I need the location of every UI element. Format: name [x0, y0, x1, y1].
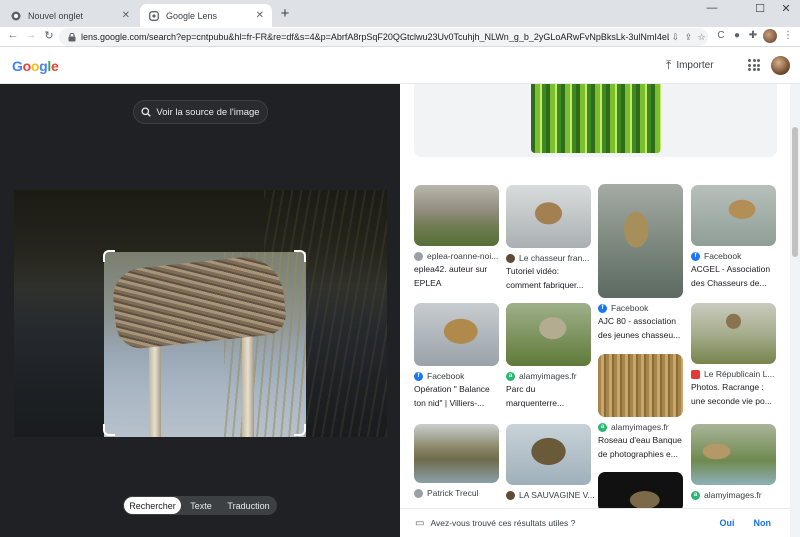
alamy-icon: a: [598, 422, 607, 432]
uploaded-photo: [14, 190, 387, 437]
republicain-icon: [691, 369, 700, 379]
back-arrow-icon[interactable]: ←: [6, 29, 20, 41]
result-thumbnail: [506, 185, 591, 248]
result-card[interactable]: [598, 472, 683, 512]
duck-icon: [506, 490, 515, 500]
result-thumbnail: [691, 185, 776, 246]
duck-icon: [506, 253, 515, 263]
share-icon[interactable]: ⇪: [682, 32, 695, 43]
result-thumbnail: [506, 303, 591, 366]
result-card[interactable]: a alamyimages.fr Parc du marquenterre...: [506, 303, 591, 409]
view-image-source-label: Voir la source de l'image: [156, 106, 260, 118]
result-thumbnail: [414, 185, 499, 246]
result-card[interactable]: eplea-roanne-noi... eplea42. auteur sur …: [414, 185, 499, 289]
result-card[interactable]: f Facebook ACGEL - Association des Chasse…: [691, 185, 776, 289]
mode-text[interactable]: Texte: [181, 497, 221, 514]
result-thumbnail: [691, 303, 776, 364]
feedback-no-button[interactable]: Non: [754, 518, 772, 528]
feedback-question: Avez-vous trouvé ces résultats utiles ?: [430, 518, 576, 528]
alamy-icon: a: [506, 371, 515, 381]
top-result-card[interactable]: [414, 84, 777, 157]
result-thumbnail: [414, 303, 499, 366]
import-label: Importer: [676, 60, 714, 71]
result-card[interactable]: LA SAUVAGINE V...: [506, 424, 595, 500]
google-lens-icon: [148, 10, 159, 21]
result-thumbnail: [414, 424, 499, 483]
mode-search[interactable]: Rechercher: [124, 497, 181, 514]
result-thumbnail: [598, 472, 683, 512]
tab-title: Google Lens: [166, 10, 218, 21]
account-avatar[interactable]: [771, 56, 790, 75]
result-thumbnail: [598, 354, 683, 417]
result-card[interactable]: f Facebook Opération " Balance ton nid" |…: [414, 303, 499, 409]
new-tab-plus-icon[interactable]: +: [277, 5, 293, 22]
result-thumbnail: [506, 424, 591, 485]
feedback-yes-button[interactable]: Oui: [720, 518, 735, 528]
tab-close-icon[interactable]: ✕: [122, 10, 130, 21]
lens-mode-switcher: Rechercher Texte Traduction: [123, 496, 277, 515]
crop-handle-bottom-right[interactable]: [294, 424, 306, 436]
minimize-icon[interactable]: —: [702, 2, 722, 14]
url-text: lens.google.com/search?ep=cntpubu&hl=fr-…: [81, 32, 669, 42]
site-favicon-icon: [414, 251, 423, 261]
chrome-icon: [10, 10, 21, 21]
google-apps-icon[interactable]: [748, 59, 760, 71]
result-thumbnail: [691, 424, 776, 485]
image-panel: Voir la source de l'image: [0, 84, 400, 537]
feedback-bar: ▭ Avez-vous trouvé ces résultats utiles …: [400, 508, 790, 537]
tab-new-tab[interactable]: Nouvel onglet ✕: [2, 4, 138, 27]
result-card[interactable]: Le chasseur fran... Tutoriel vidéo: comm…: [506, 185, 591, 291]
tab-close-icon[interactable]: ✕: [256, 10, 264, 21]
tab-google-lens[interactable]: Google Lens ✕: [140, 4, 272, 27]
bamboo-thumbnail: [531, 84, 661, 153]
pin-icon[interactable]: ●: [730, 30, 744, 41]
scrollbar-thumb[interactable]: [792, 127, 798, 257]
lens-search-icon: [141, 107, 152, 117]
reload-icon[interactable]: ↻: [42, 29, 56, 42]
facebook-icon: f: [414, 371, 423, 381]
selection-region[interactable]: [104, 252, 306, 437]
address-bar[interactable]: lens.google.com/search?ep=cntpubu&hl=fr-…: [59, 28, 708, 46]
profile-avatar[interactable]: [763, 29, 777, 43]
crop-handle-bottom-left[interactable]: [103, 424, 115, 436]
forward-arrow-icon[interactable]: →: [24, 29, 38, 41]
result-card[interactable]: f Facebook AJC 80 - association des jeune…: [598, 184, 683, 341]
close-window-icon[interactable]: ✕: [776, 2, 796, 15]
maximize-icon[interactable]: ☐: [750, 2, 770, 15]
results-panel: eplea-roanne-noi... eplea42. auteur sur …: [400, 84, 790, 537]
alamy-icon: a: [691, 490, 700, 500]
install-app-icon[interactable]: ⇩: [669, 32, 682, 43]
import-button[interactable]: ⤒ Importer: [666, 58, 714, 73]
crop-handle-top-right[interactable]: [294, 250, 306, 262]
google-logo[interactable]: Google: [12, 58, 59, 74]
kebab-menu-icon[interactable]: ⋮: [781, 30, 795, 41]
tab-title: Nouvel onglet: [28, 10, 84, 21]
upload-icon: ⤒: [666, 58, 672, 72]
site-favicon-icon: [414, 488, 423, 498]
mode-translate[interactable]: Traduction: [221, 497, 276, 514]
result-card[interactable]: a alamyimages.fr Roseau d'eau Banque de p…: [598, 354, 683, 460]
bookmark-star-icon[interactable]: ☆: [695, 32, 708, 43]
result-card[interactable]: Le Républicain L... Photos. Racrange : u…: [691, 303, 776, 407]
extension-c-icon[interactable]: C: [714, 30, 728, 41]
crop-handle-top-left[interactable]: [103, 250, 115, 262]
facebook-icon: f: [691, 251, 700, 261]
lock-icon: [68, 32, 76, 41]
facebook-icon: f: [598, 303, 607, 313]
feedback-chat-icon: ▭: [415, 517, 425, 529]
browser-tabstrip: Nouvel onglet ✕ Google Lens ✕ + — ☐ ✕: [0, 0, 800, 27]
result-card[interactable]: Patrick Trecul: [414, 424, 499, 498]
view-image-source-button[interactable]: Voir la source de l'image: [133, 100, 268, 124]
browser-toolbar: ← → ↻ lens.google.com/search?ep=cntpubu&…: [0, 27, 800, 47]
page-header: Google ⤒ Importer: [0, 48, 800, 84]
result-thumbnail: [598, 184, 683, 298]
result-card[interactable]: a alamyimages.fr: [691, 424, 776, 500]
